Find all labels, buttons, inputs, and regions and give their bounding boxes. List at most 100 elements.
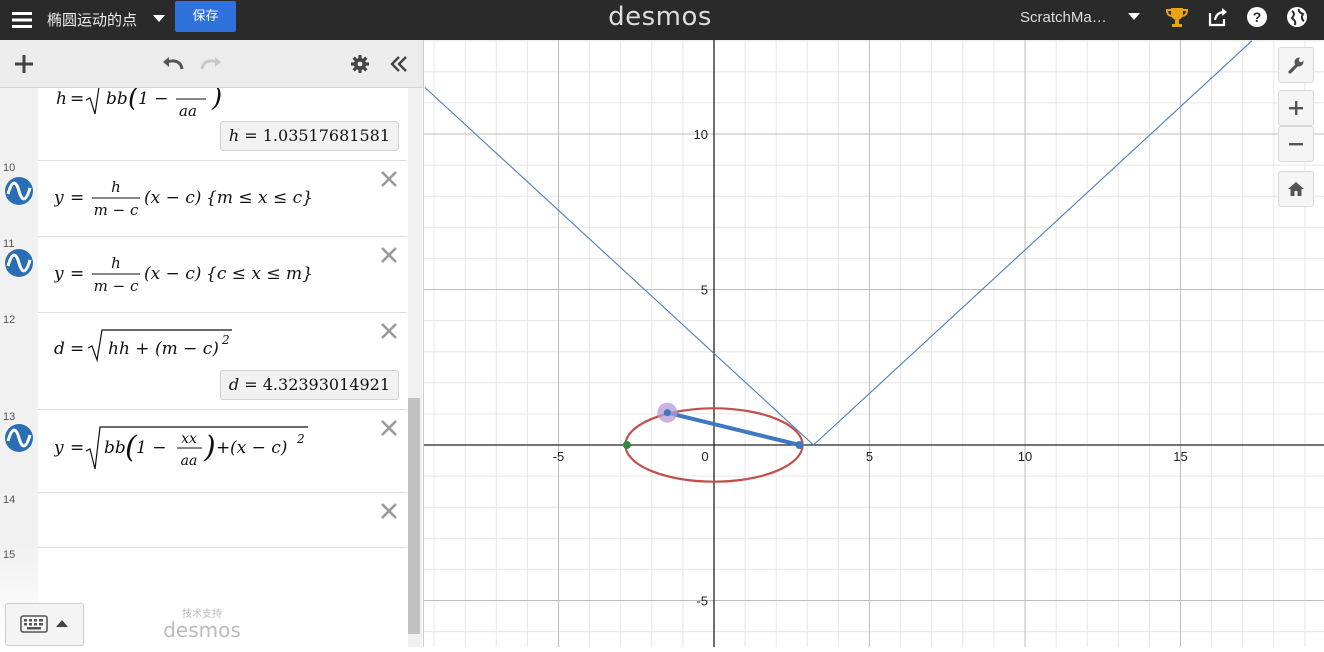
svg-text:2: 2 [296, 432, 305, 446]
undo-icon[interactable] [161, 54, 185, 72]
powered-by-logo: desmos [163, 618, 241, 642]
minus-icon [1289, 143, 1303, 146]
share-icon[interactable] [1207, 6, 1229, 28]
moving-segment [665, 410, 802, 447]
expression-13-formula: y = bb ( 1 − xx aa ) + (x − c) 2 [53, 426, 308, 470]
svg-text:bb: bb [106, 89, 128, 109]
graph-style-icon[interactable] [4, 423, 34, 453]
expression-13-math[interactable]: y = bb ( 1 − xx aa ) + (x − c) 2 [53, 421, 354, 478]
add-icon[interactable] [14, 54, 34, 74]
x-tick-label: 10 [1018, 449, 1032, 464]
y-tick-label: 10 [694, 127, 708, 142]
svg-text:=: = [70, 438, 84, 458]
graph-title[interactable]: 椭圆运动的点 [47, 9, 137, 30]
svg-text:h: h [111, 178, 121, 196]
desmos-logo: desmos [608, 2, 712, 32]
user-menu[interactable]: ScratchMa… [1020, 9, 1107, 26]
expression-9-math[interactable]: h = bb ( 1 − aa ) [54, 88, 244, 123]
svg-text:): ) [203, 430, 216, 465]
x-tick-label: -5 [553, 449, 565, 464]
svg-text:(x − c): (x − c) [144, 188, 201, 208]
y-tick-label: 5 [701, 283, 708, 298]
svg-text:=: = [70, 89, 84, 109]
x-tick-label: 15 [1173, 449, 1187, 464]
redo-icon[interactable] [199, 54, 223, 72]
delete-icon[interactable] [380, 170, 398, 188]
expression-list: h = bb ( 1 − aa ) h = 1.03517681581 10 y… [0, 88, 407, 647]
menu-icon[interactable] [12, 8, 34, 32]
globe-icon[interactable] [1286, 6, 1308, 28]
trophy-icon[interactable] [1166, 6, 1188, 28]
svg-text:h: h [111, 254, 121, 272]
top-bar: 椭圆运动的点 保存 desmos ScratchMa… ? [0, 0, 1324, 40]
expression-number: 12 [3, 314, 16, 326]
svg-text:{c ≤ x ≤ m}: {c ≤ x ≤ m} [206, 264, 313, 284]
keypad-toggle-button[interactable] [5, 603, 84, 646]
svg-text:m − c: m − c [94, 201, 139, 219]
x-tick-label: 5 [866, 449, 873, 464]
svg-text:aa: aa [181, 453, 198, 469]
expression-9-value: h = 1.03517681581 [219, 121, 399, 151]
expression-10-math[interactable]: y = h m − c (x − c) {m ≤ x ≤ c} [53, 174, 354, 227]
plus-icon [1289, 101, 1303, 115]
expression-row-14[interactable]: 14 [0, 492, 407, 548]
expression-12-math[interactable]: d = hh + (m − c) 2 [54, 326, 294, 371]
graph-style-icon[interactable] [4, 176, 34, 206]
user-dropdown-icon[interactable] [1128, 13, 1140, 20]
default-viewport-button[interactable] [1278, 171, 1314, 207]
line-left [424, 86, 814, 446]
svg-text:(x − c): (x − c) [144, 264, 201, 284]
scrollbar-thumb[interactable] [408, 398, 420, 634]
help-icon[interactable]: ? [1246, 6, 1268, 28]
expression-row-11[interactable]: 11 y = h m − c (x − c) {c ≤ x ≤ m} [0, 236, 407, 313]
delete-icon[interactable] [380, 322, 398, 340]
expression-12-formula: d = hh + (m − c) 2 [54, 329, 232, 363]
svg-text:2: 2 [221, 333, 230, 347]
delete-icon[interactable] [380, 502, 398, 520]
save-button[interactable]: 保存 [175, 1, 236, 32]
expression-row-9[interactable]: h = bb ( 1 − aa ) h = 1.03517681581 [0, 88, 407, 161]
expression-10-formula: y = h m − c (x − c) {m ≤ x ≤ c} [53, 178, 313, 219]
graph-style-icon[interactable] [4, 248, 34, 278]
svg-text:{m ≤ x ≤ c}: {m ≤ x ≤ c} [206, 188, 313, 208]
zoom-in-button[interactable] [1278, 90, 1314, 126]
row-gutter [0, 312, 38, 409]
svg-text:=: = [70, 339, 84, 359]
delete-icon[interactable] [380, 419, 398, 437]
settings-gear-icon[interactable] [350, 54, 370, 74]
wrench-icon [1288, 57, 1304, 74]
svg-text:1 −: 1 − [136, 438, 166, 458]
collapse-panel-icon[interactable] [389, 55, 409, 73]
graph-canvas[interactable]: -5 0 5 10 15 10 5 -5 [278, 40, 1324, 647]
svg-text:=: = [70, 188, 84, 208]
line-right [813, 40, 1253, 446]
expression-row-12[interactable]: 12 d = hh + (m − c) 2 d = 4.32393014921 [0, 312, 407, 410]
svg-text:?: ? [1253, 9, 1262, 25]
title-dropdown-icon[interactable] [153, 15, 165, 22]
delete-icon[interactable] [380, 246, 398, 264]
keypad-caret-icon [56, 620, 68, 627]
svg-text:): ) [211, 88, 222, 113]
expression-number: 13 [3, 411, 16, 423]
svg-text:+: + [216, 438, 230, 458]
keyboard-icon [20, 615, 48, 633]
svg-text:m − c: m − c [94, 277, 139, 295]
y-tick-label: -5 [696, 594, 708, 609]
expression-number: 15 [3, 549, 16, 561]
focus-point-right [795, 441, 804, 449]
graph-settings-button[interactable] [1278, 47, 1314, 83]
zoom-out-button[interactable] [1278, 126, 1314, 162]
svg-text:=: = [70, 264, 84, 284]
graph-paper[interactable]: -5 0 5 10 15 10 5 -5 [278, 40, 1324, 647]
svg-text:h: h [56, 89, 67, 109]
expression-row-13[interactable]: 13 y = bb ( 1 − xx aa ) + (x − c) 2 [0, 409, 407, 493]
svg-text:aa: aa [179, 102, 197, 118]
expression-row-10[interactable]: 10 y = h m − c (x − c) {m ≤ x ≤ c} [0, 160, 407, 237]
expression-9-formula: h = bb ( 1 − aa ) [56, 88, 222, 120]
expression-11-math[interactable]: y = h m − c (x − c) {c ≤ x ≤ m} [53, 250, 354, 303]
row-gutter [0, 88, 38, 160]
expression-panel: h = bb ( 1 − aa ) h = 1.03517681581 10 y… [0, 40, 424, 647]
expression-toolbar [0, 40, 423, 88]
expression-number: 14 [3, 494, 16, 506]
point-green [622, 441, 631, 449]
